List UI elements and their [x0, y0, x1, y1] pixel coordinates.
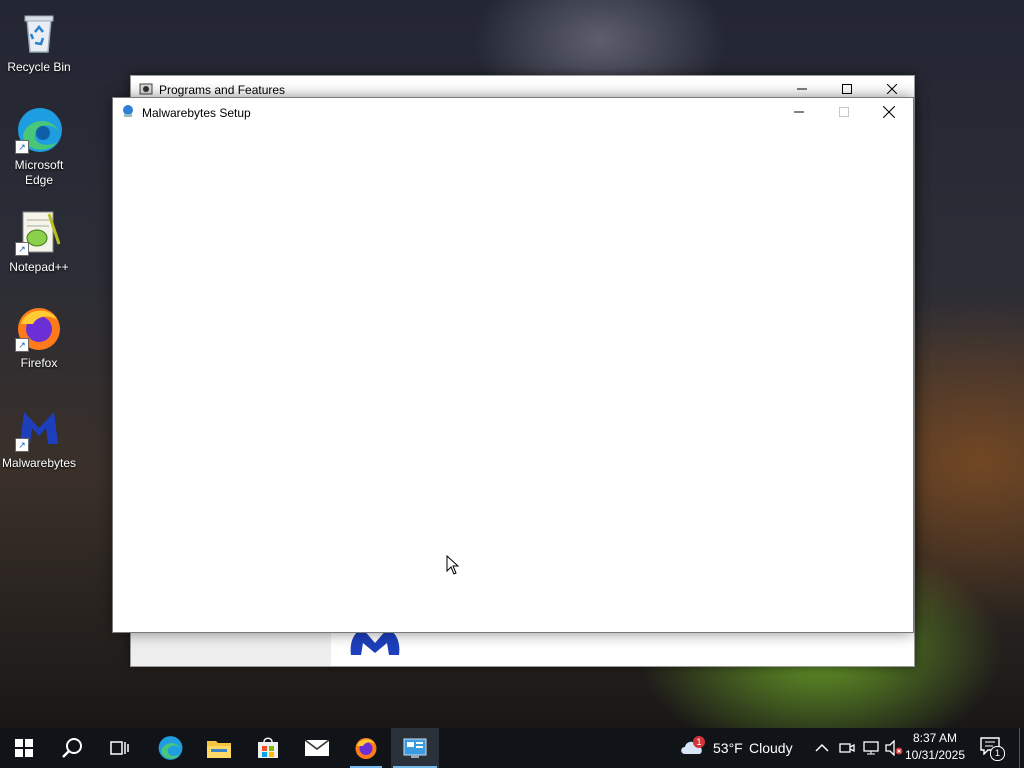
show-desktop-button[interactable] [1019, 728, 1024, 768]
network-icon [863, 741, 879, 755]
meet-now-button[interactable] [839, 740, 855, 761]
network-button[interactable] [862, 740, 880, 761]
action-center-button[interactable]: 1 [980, 737, 1005, 761]
shortcut-arrow-icon: ↗ [15, 438, 29, 452]
taskbar-mail-button[interactable] [293, 728, 341, 768]
notepadpp-icon: ↗ [15, 208, 63, 256]
control-panel-icon [139, 82, 153, 96]
desktop-icon-firefox[interactable]: ↗ Firefox [0, 304, 78, 371]
taskbar-store-button[interactable] [244, 728, 292, 768]
mail-icon [305, 739, 329, 756]
desktop-icon-label: Recycle Bin [7, 60, 71, 74]
firefox-icon [355, 738, 377, 759]
file-explorer-icon [207, 741, 231, 758]
start-button[interactable] [0, 728, 48, 768]
edge-icon [158, 736, 183, 760]
window-titlebar[interactable]: Malwarebytes Setup [113, 98, 913, 126]
close-icon [886, 84, 897, 94]
shortcut-arrow-icon: ↗ [15, 338, 29, 352]
taskbar-edge-button[interactable] [146, 728, 194, 768]
notification-count: 1 [990, 746, 1005, 761]
weather-condition[interactable]: Cloudy [749, 740, 793, 756]
task-view-button[interactable] [96, 728, 144, 768]
mouse-cursor-icon [446, 554, 460, 580]
setup-content-area [113, 126, 913, 632]
taskbar: 1 53°F Cloudy 8:37 AM 10/31/2025 1 [0, 728, 1024, 768]
malwarebytes-icon: ↗ [15, 404, 63, 452]
desktop-icon-label: Firefox [20, 356, 58, 370]
desktop-icon-label: Malwarebytes [1, 456, 77, 470]
minimize-icon [793, 111, 804, 113]
desktop-icon-notepadpp[interactable]: ↗ Notepad++ [0, 208, 78, 275]
close-icon [882, 106, 895, 118]
search-button[interactable] [48, 728, 96, 768]
desktop-icon-malwarebytes[interactable]: ↗ Malwarebytes [0, 404, 78, 471]
show-hidden-icons-button[interactable] [815, 741, 829, 760]
footer-panel [131, 632, 331, 666]
minimize-button[interactable] [776, 98, 821, 126]
taskbar-control-panel-button[interactable] [391, 728, 439, 768]
chevron-up-icon [815, 743, 829, 752]
clock[interactable]: 8:37 AM 10/31/2025 [902, 730, 968, 764]
control-panel-icon [403, 738, 427, 758]
maximize-button [821, 98, 866, 126]
taskbar-file-explorer-button[interactable] [195, 728, 243, 768]
edge-icon: ↗ [15, 106, 63, 154]
setup-icon [121, 104, 135, 118]
maximize-icon [841, 84, 852, 94]
maximize-icon [838, 107, 849, 117]
clock-date: 10/31/2025 [904, 748, 966, 762]
volume-button[interactable] [885, 739, 903, 761]
shortcut-arrow-icon: ↗ [15, 242, 29, 256]
weather-badge: 1 [693, 736, 705, 748]
start-icon [15, 739, 33, 757]
minimize-icon [796, 88, 807, 90]
clock-time: 8:37 AM [912, 731, 958, 745]
recycle-bin-icon [15, 8, 63, 56]
window-title: Malwarebytes Setup [142, 106, 251, 120]
weather-widget[interactable]: 1 [680, 736, 706, 760]
taskbar-firefox-button[interactable] [342, 728, 390, 768]
close-button[interactable] [866, 98, 911, 126]
task-view-icon [110, 741, 129, 755]
desktop-icon-edge[interactable]: ↗ Microsoft Edge [0, 106, 78, 188]
shortcut-arrow-icon: ↗ [15, 140, 29, 154]
store-icon [258, 737, 278, 758]
meet-now-icon [839, 743, 855, 753]
firefox-icon: ↗ [15, 304, 63, 352]
search-icon [62, 738, 82, 758]
weather-temperature[interactable]: 53°F [713, 740, 743, 756]
window-title: Programs and Features [159, 83, 286, 97]
desktop-icon-recycle-bin[interactable]: Recycle Bin [0, 8, 78, 75]
desktop-icon-label: Notepad++ [9, 260, 69, 274]
malwarebytes-setup-window[interactable]: Malwarebytes Setup [112, 97, 914, 633]
desktop-icon-label: Microsoft Edge [14, 158, 64, 187]
volume-muted-icon [885, 739, 903, 757]
setup-footer [131, 629, 914, 666]
